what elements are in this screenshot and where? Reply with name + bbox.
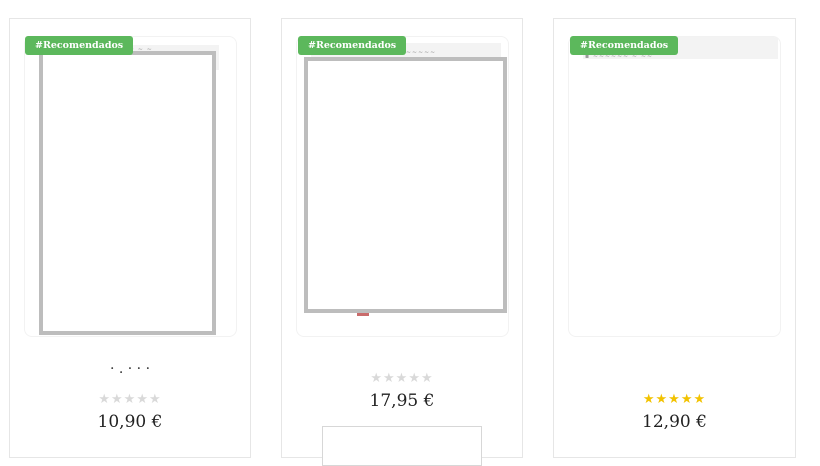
star-icon: ★ <box>668 392 681 407</box>
star-icon: ★ <box>98 392 112 407</box>
book-cover-placeholder <box>39 51 216 335</box>
cover-ribbon <box>357 313 369 316</box>
star-icon: ★ <box>408 371 421 386</box>
star-icon: ★ <box>136 392 149 407</box>
product-image[interactable]: ▪ ~~~~~~ ~ ~~ <box>568 36 781 337</box>
recommended-badge: #Recomendados <box>570 36 679 55</box>
star-icon: ★ <box>680 392 694 407</box>
rating-stars: ★★★★★ <box>10 393 250 407</box>
star-icon: ★ <box>383 371 396 386</box>
star-icon: ★ <box>693 392 707 407</box>
recommended-badge: #Recomendados <box>25 36 134 55</box>
star-icon: ★ <box>123 392 137 407</box>
add-to-cart-button[interactable] <box>322 426 482 466</box>
star-icon: ★ <box>148 392 162 407</box>
product-title[interactable]: · . · · · <box>10 367 250 375</box>
star-icon: ★ <box>420 371 434 386</box>
star-icon: ★ <box>111 392 124 407</box>
star-icon: ★ <box>655 392 669 407</box>
product-price: 10,90 € <box>97 412 163 432</box>
recommended-badge: #Recomendados <box>298 36 407 55</box>
rating-stars: ★★★★★ <box>554 393 795 407</box>
rating-stars: ★★★★★ <box>282 372 522 386</box>
product-card[interactable]: ~~~~~~ #Recomendados ★★★★★ 17,95 € <box>281 18 523 466</box>
product-card[interactable]: ~ ~ ~ ~ #Recomendados · . · · · ★★★★★ 10… <box>9 18 251 458</box>
star-icon: ★ <box>642 392 656 407</box>
star-icon: ★ <box>395 371 409 386</box>
product-card[interactable]: ▪ ~~~~~~ ~ ~~ #Recomendados ★★★★★ 12,90 … <box>553 18 796 458</box>
product-image[interactable]: ~ ~ ~ ~ <box>24 36 237 337</box>
book-cover-placeholder <box>304 57 507 313</box>
product-image[interactable]: ~~~~~~ <box>296 36 509 337</box>
product-price: 17,95 € <box>369 391 435 411</box>
product-price: 12,90 € <box>642 412 707 432</box>
star-icon: ★ <box>370 371 384 386</box>
